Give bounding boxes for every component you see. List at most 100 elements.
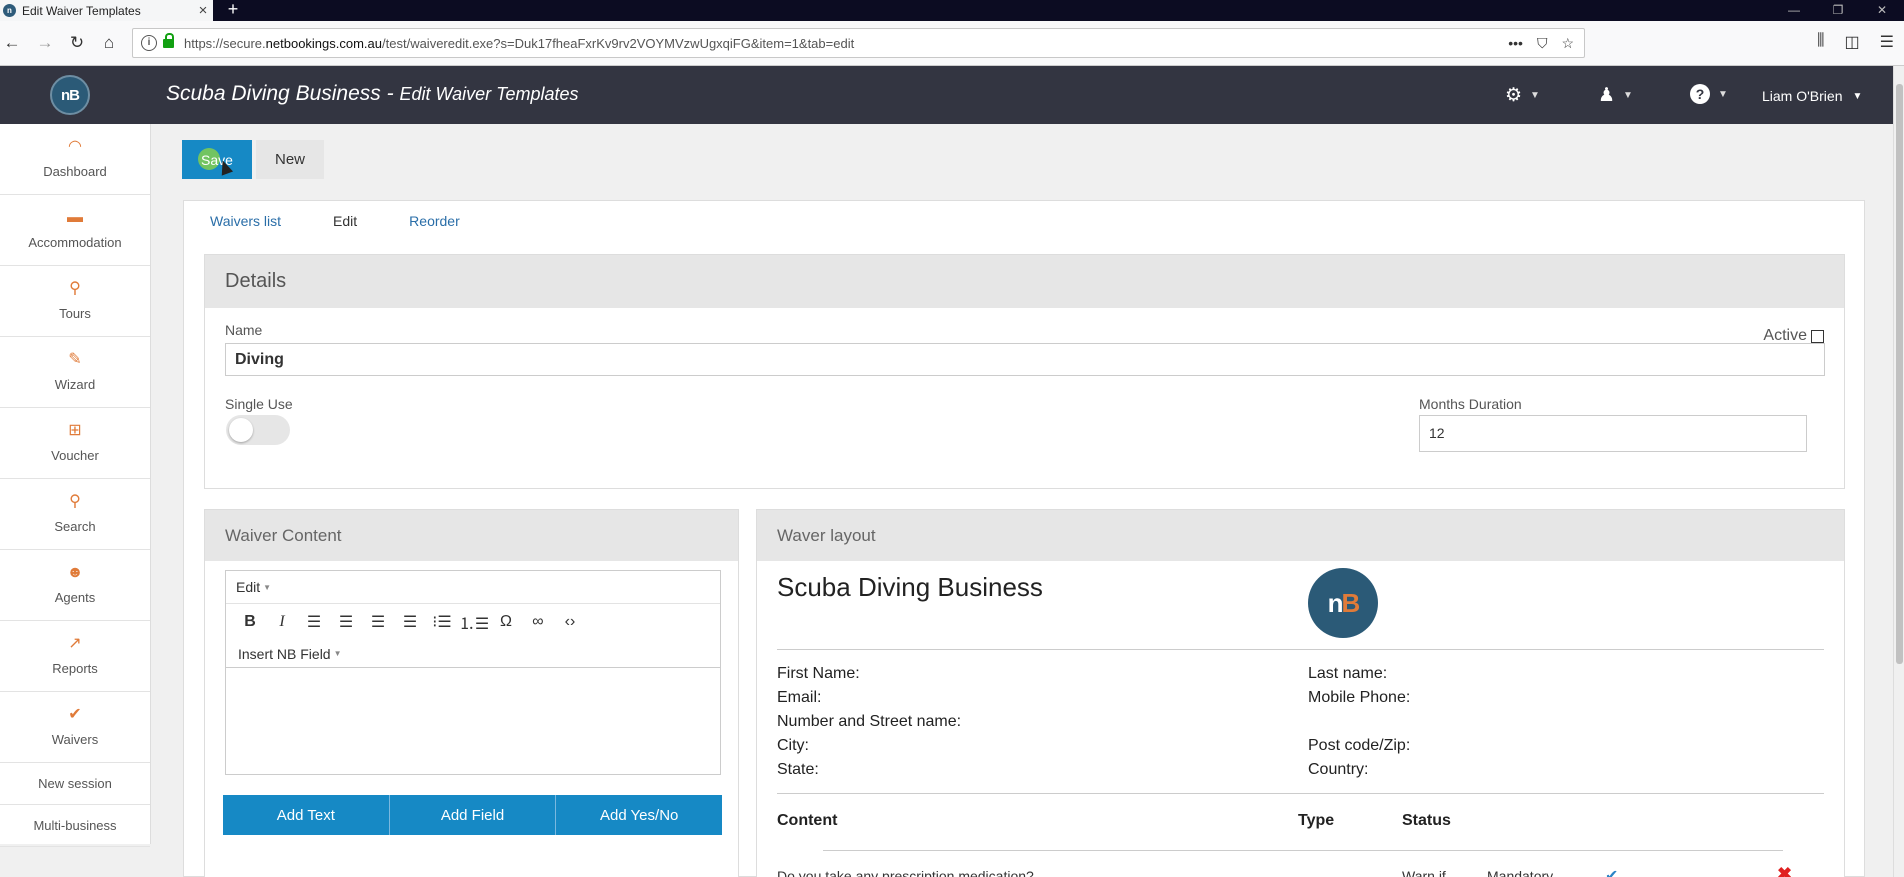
page-title: Scuba Diving Business - Edit Waiver Temp… bbox=[166, 82, 579, 105]
tab-bar: Waivers list Edit Reorder bbox=[184, 201, 486, 241]
reload-button[interactable]: ↻ bbox=[66, 32, 88, 54]
app-header: nB Scuba Diving Business - Edit Waiver T… bbox=[0, 66, 1893, 124]
sidebar: ◠ Dashboard ▬ Accommodation ⚲ Tours ✎ Wizard… bbox=[0, 124, 151, 847]
pocket-icon[interactable]: ⛉ bbox=[1537, 35, 1548, 52]
align-center-icon[interactable]: ☰ bbox=[330, 612, 362, 632]
forward-button[interactable]: → bbox=[34, 32, 56, 54]
user-menu[interactable]: Liam O'Brien ▼ bbox=[1762, 88, 1862, 104]
layout-business-name: Scuba Diving Business bbox=[777, 572, 1043, 602]
sidebar-item-dashboard[interactable]: ◠ Dashboard bbox=[0, 124, 150, 195]
single-use-label: Single Use bbox=[225, 396, 293, 412]
home-button[interactable]: ⌂ bbox=[98, 32, 120, 54]
waiver-content-panel: Waiver Content Edit ▼ B I ☰ ☰ ☰ ☰ ⁝☰ ⒈☰ Ω… bbox=[204, 509, 739, 877]
app-logo[interactable]: nB bbox=[50, 75, 90, 115]
special-char-icon[interactable]: Ω bbox=[490, 613, 522, 631]
sidebar-item-wizard[interactable]: ✎ Wizard bbox=[0, 337, 150, 408]
bed-icon: ▬ bbox=[67, 209, 83, 226]
source-code-icon[interactable]: ‹› bbox=[554, 613, 586, 631]
name-input[interactable]: Diving bbox=[225, 343, 1825, 376]
more-actions-icon[interactable]: ••• bbox=[1508, 35, 1523, 52]
chart-icon: ↗ bbox=[68, 635, 82, 652]
editor-edit-menu[interactable]: Edit bbox=[236, 579, 260, 595]
browser-tab-strip: n Edit Waiver Templates × + — ❐ ✕ bbox=[0, 0, 1904, 21]
agent-icon: ♟ bbox=[1598, 85, 1616, 106]
column-header-type: Type bbox=[1298, 812, 1335, 829]
add-yes-no-button[interactable]: Add Yes/No bbox=[556, 795, 723, 835]
delete-question-icon[interactable]: ✖ bbox=[1777, 864, 1792, 877]
lock-icon bbox=[163, 32, 174, 48]
sidebar-toggle-icon[interactable]: ◫ bbox=[1845, 32, 1860, 52]
chevron-down-icon: ▼ bbox=[1623, 90, 1633, 101]
toggle-knob bbox=[229, 418, 253, 442]
sidebar-item-voucher[interactable]: ⊞ Voucher bbox=[0, 408, 150, 479]
sidebar-item-multi-business[interactable]: Multi-business bbox=[0, 805, 150, 847]
link-icon[interactable]: ∞ bbox=[522, 613, 554, 631]
single-use-toggle[interactable] bbox=[226, 415, 290, 445]
column-header-content: Content bbox=[777, 812, 838, 829]
details-title: Details bbox=[205, 255, 1844, 308]
sidebar-item-waivers[interactable]: ✔ Waivers bbox=[0, 692, 150, 763]
sidebar-item-new-session[interactable]: New session bbox=[0, 763, 150, 805]
back-button[interactable]: ← bbox=[1, 32, 23, 54]
months-duration-input[interactable]: 12 bbox=[1419, 415, 1807, 452]
save-button[interactable]: Save bbox=[182, 140, 252, 179]
align-left-icon[interactable]: ☰ bbox=[298, 612, 330, 632]
info-icon[interactable]: i bbox=[141, 35, 157, 51]
editor-body[interactable] bbox=[226, 668, 720, 768]
numbered-list-icon[interactable]: ⒈☰ bbox=[458, 610, 490, 634]
url-text[interactable]: https://secure.netbookings.com.au/test/w… bbox=[184, 36, 1508, 51]
name-label: Name bbox=[225, 322, 263, 338]
waiver-layout-panel: Waver layout Scuba Diving Business nB Fi… bbox=[756, 509, 1845, 877]
align-justify-icon[interactable]: ☰ bbox=[394, 612, 426, 632]
edit-question-icon[interactable]: ✔ bbox=[1605, 866, 1618, 877]
library-icon[interactable]: ⫼ bbox=[1817, 32, 1824, 52]
new-tab-button[interactable]: + bbox=[222, 0, 244, 21]
bullet-list-icon[interactable]: ⁝☰ bbox=[426, 612, 458, 632]
browser-tab[interactable]: n Edit Waiver Templates × bbox=[0, 0, 213, 21]
agent-icon: ☻ bbox=[66, 564, 84, 581]
rich-text-editor: Edit ▼ B I ☰ ☰ ☰ ☰ ⁝☰ ⒈☰ Ω ∞ ‹› Insert NB… bbox=[225, 570, 721, 775]
bookmark-star-icon[interactable]: ☆ bbox=[1561, 35, 1574, 52]
add-field-button[interactable]: Add Field bbox=[389, 795, 557, 835]
question-content: Do you take any prescription medication? bbox=[777, 868, 1034, 877]
page-scrollbar[interactable] bbox=[1893, 66, 1904, 877]
tab-reorder[interactable]: Reorder bbox=[383, 201, 486, 241]
question-type: Warn if bbox=[1402, 868, 1446, 877]
help-menu[interactable]: ? ▼ bbox=[1690, 84, 1728, 104]
close-tab-icon[interactable]: × bbox=[193, 2, 213, 19]
tab-edit[interactable]: Edit bbox=[307, 201, 384, 241]
window-close-icon[interactable]: ✕ bbox=[1860, 0, 1904, 21]
column-header-status: Status bbox=[1402, 812, 1451, 829]
layout-logo: nB bbox=[1308, 568, 1378, 638]
minimize-icon[interactable]: — bbox=[1772, 0, 1816, 21]
sidebar-item-tours[interactable]: ⚲ Tours bbox=[0, 266, 150, 337]
editor-menu-bar: Edit ▼ bbox=[226, 571, 720, 604]
search-icon: ⚲ bbox=[69, 493, 81, 510]
main-panel: Waivers list Edit Reorder Details Name A… bbox=[183, 200, 1865, 877]
italic-icon[interactable]: I bbox=[266, 613, 298, 631]
gear-icon: ⚙ bbox=[1505, 85, 1523, 106]
scroll-thumb[interactable] bbox=[1896, 84, 1903, 664]
restore-icon[interactable]: ❐ bbox=[1816, 0, 1860, 21]
sidebar-item-accommodation[interactable]: ▬ Accommodation bbox=[0, 195, 150, 266]
url-bar[interactable]: i https://secure.netbookings.com.au/test… bbox=[132, 28, 1585, 58]
divider bbox=[777, 793, 1824, 794]
align-right-icon[interactable]: ☰ bbox=[362, 612, 394, 632]
agent-menu[interactable]: ♟ ▼ bbox=[1598, 84, 1633, 107]
sidebar-item-reports[interactable]: ↗ Reports bbox=[0, 621, 150, 692]
sidebar-item-agents[interactable]: ☻ Agents bbox=[0, 550, 150, 621]
tab-waivers-list[interactable]: Waivers list bbox=[184, 201, 307, 241]
menu-icon[interactable]: ☰ bbox=[1880, 32, 1894, 52]
chevron-down-icon: ▼ bbox=[333, 649, 342, 658]
settings-menu[interactable]: ⚙ ▼ bbox=[1505, 84, 1540, 107]
chevron-down-icon: ▼ bbox=[263, 582, 272, 592]
sidebar-item-search[interactable]: ⚲ Search bbox=[0, 479, 150, 550]
new-button[interactable]: New bbox=[256, 140, 324, 179]
add-text-button[interactable]: Add Text bbox=[223, 795, 390, 835]
favicon-icon: n bbox=[3, 4, 16, 17]
dashboard-icon: ◠ bbox=[68, 138, 82, 155]
user-name: Liam O'Brien bbox=[1762, 88, 1843, 104]
insert-nb-field-menu[interactable]: Insert NB Field ▼ bbox=[226, 640, 720, 668]
bold-icon[interactable]: B bbox=[234, 613, 266, 631]
active-checkbox[interactable] bbox=[1811, 329, 1824, 343]
